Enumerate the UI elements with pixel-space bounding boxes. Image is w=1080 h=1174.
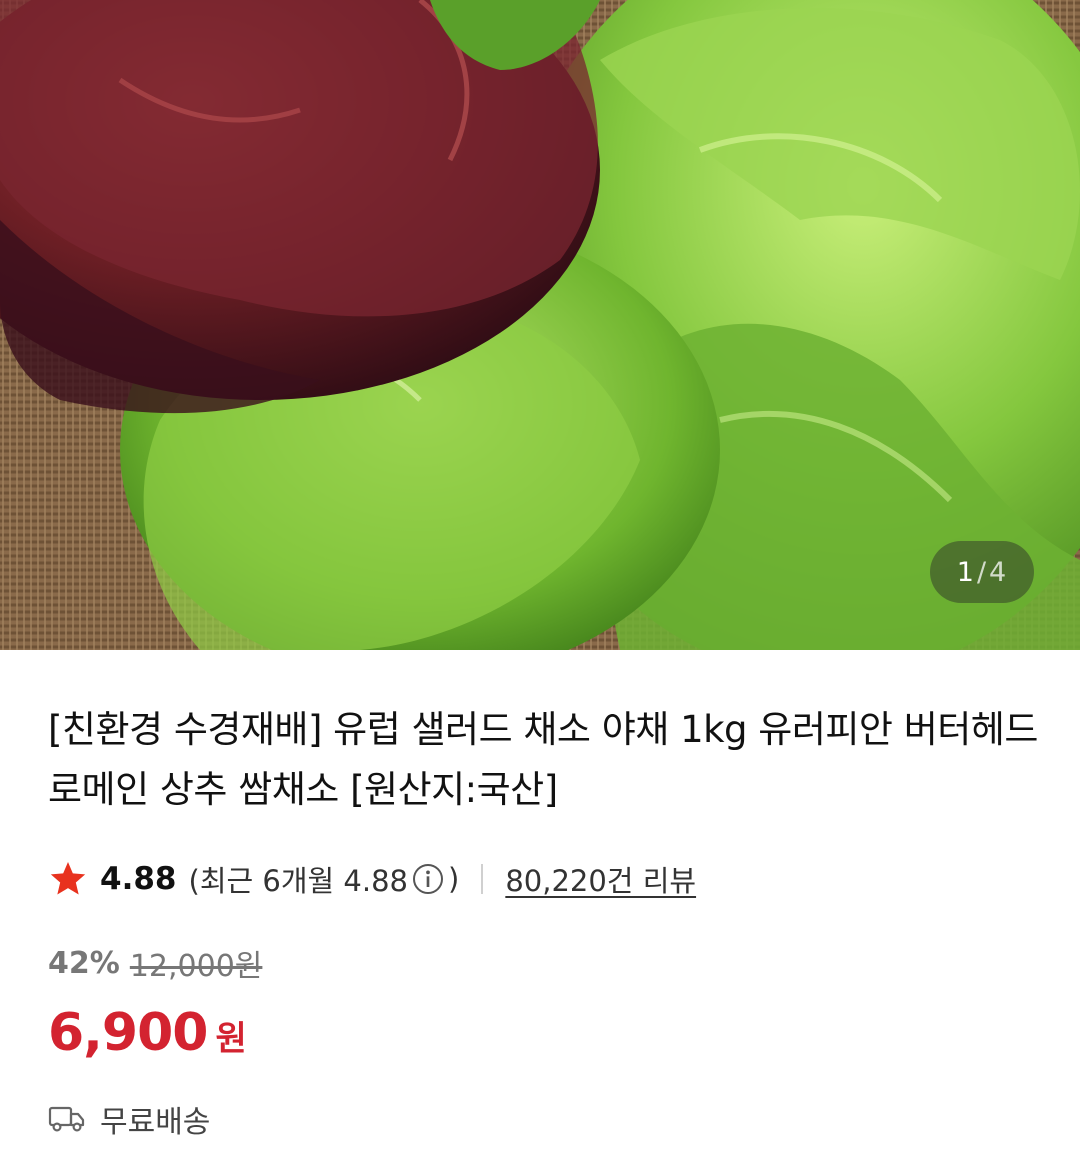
shipping-row: 무료배송: [48, 1097, 1032, 1141]
sale-price-unit: 원: [215, 1019, 247, 1059]
current-page: 1: [956, 556, 975, 588]
rating-score: 4.88: [100, 861, 177, 897]
recent-rating-label: (최근 6개월 4.88: [188, 864, 409, 898]
star-icon: [50, 862, 86, 895]
image-page-indicator: 1 / 4: [930, 541, 1034, 603]
sale-price-row: 6,900 원: [48, 1003, 1032, 1067]
rating-row: 4.88 (최근 6개월 4.88 ) 80,220건 리뷰: [48, 855, 1032, 903]
recent-rating-close: ): [448, 862, 460, 896]
original-price-row: 42% 12,000원: [48, 943, 1032, 985]
divider: [481, 864, 484, 894]
product-title: [친환경 수경재배] 유럽 샐러드 채소 야채 1kg 유러피안 버터헤드 로메…: [48, 708, 1038, 811]
product-info: [친환경 수경재배] 유럽 샐러드 채소 야채 1kg 유러피안 버터헤드 로메…: [0, 650, 1080, 1141]
review-count-link[interactable]: 80,220건 리뷰: [505, 858, 696, 900]
total-pages: 4: [989, 556, 1008, 588]
shipping-label: 무료배송: [100, 1105, 211, 1140]
sale-price: 6,900: [48, 1003, 208, 1063]
info-icon[interactable]: [412, 863, 444, 895]
product-photo: [0, 0, 1080, 650]
truck-icon: [48, 1106, 85, 1132]
product-image-carousel[interactable]: 1 / 4: [0, 0, 1080, 650]
page-separator: /: [976, 556, 988, 588]
discount-rate: 42%: [48, 945, 120, 981]
recent-rating: (최근 6개월 4.88 ): [189, 858, 460, 900]
original-price: 12,000원: [129, 949, 263, 984]
